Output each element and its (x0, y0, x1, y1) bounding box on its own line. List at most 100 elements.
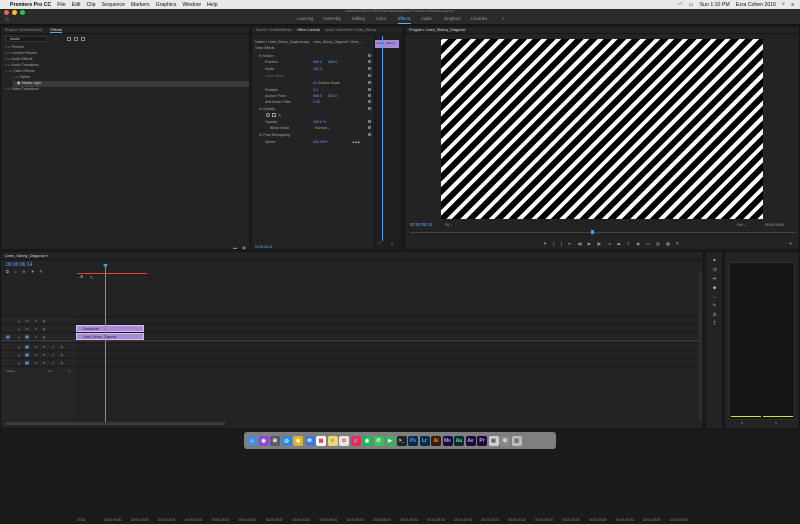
safari-icon[interactable]: ◎ (281, 435, 292, 446)
tab-sequence[interactable]: Lines_Skinny_Diagonal ≡ (5, 254, 48, 258)
effect-controls-clip[interactable]: Lines_Skinny (375, 40, 399, 48)
tree-item[interactable]: › ▭ Video Transitions (5, 87, 39, 91)
notes-icon[interactable]: ≡ (327, 435, 338, 446)
solo-button[interactable]: S (51, 345, 55, 349)
spotify-icon[interactable]: ◉ (362, 435, 372, 446)
pen-tool-icon[interactable]: ✎ (711, 303, 718, 310)
workspace-audio[interactable]: Audio (421, 16, 432, 24)
menu-file[interactable]: File (57, 2, 65, 8)
tab-effect-controls[interactable]: Effect Controls (297, 28, 320, 32)
reset-icon[interactable] (368, 88, 371, 91)
go-to-out-icon[interactable]: ⇥ (607, 241, 611, 246)
preview-icon[interactable]: ▣ (488, 435, 499, 446)
workspace-graphics[interactable]: Graphics (444, 16, 461, 24)
menu-markers[interactable]: Markers (131, 2, 150, 8)
tree-item[interactable]: › ▭ Lumetri Presets (5, 51, 37, 55)
param-opacity-value[interactable]: 100.0 % (313, 120, 326, 124)
solo-button[interactable]: S (51, 361, 55, 365)
eye-icon[interactable]: ◉ (42, 319, 46, 323)
tab-audio-track-mixer[interactable]: Audio Track Mixer: Lines_Skinny (325, 28, 376, 32)
param-scale-value[interactable]: 100.0 (313, 67, 322, 71)
new-folder-icon[interactable]: ▬ (233, 245, 237, 250)
zoom-select[interactable]: Fit ⌄ (445, 223, 453, 227)
sync-lock-icon[interactable]: ⇵ (34, 335, 38, 339)
mute-button[interactable]: M (42, 345, 46, 349)
track-select-tool-icon[interactable]: ⇉ (711, 267, 718, 274)
track-a3[interactable]: 🔒︎ A3 ⇵ M S 🎙︎ (1, 358, 701, 366)
track-v1[interactable]: V1 🔒︎ V1 ⇵ ◉ Lines_Skinny_Diagonal (1, 332, 701, 340)
vr-icon[interactable]: ▤ (656, 241, 660, 246)
razor-tool-icon[interactable]: ◆ (711, 285, 718, 292)
track-v2[interactable]: 🔒︎ V2 ⇵ ◉ Christopher (1, 324, 701, 332)
media-encoder-icon[interactable]: Me (442, 435, 453, 446)
tree-item[interactable]: ⌄ ▭ Stylize (11, 75, 30, 79)
yuv-effects-icon[interactable] (81, 37, 85, 41)
timeline-horizontal-scrollbar[interactable] (5, 422, 225, 425)
lock-icon[interactable]: 🔒︎ (17, 353, 21, 357)
param-position-x[interactable]: 960.0 (313, 60, 322, 64)
reset-icon[interactable] (368, 81, 371, 84)
selection-tool-icon[interactable]: ▲ (711, 257, 718, 264)
effect-motion[interactable]: fx Motion (259, 54, 274, 58)
terminal-icon[interactable]: >_ (396, 435, 407, 446)
add-marker-icon[interactable]: ▼ (543, 241, 547, 246)
ellipse-mask-icon[interactable] (266, 113, 270, 117)
program-scrubber[interactable] (410, 232, 796, 233)
nest-icon[interactable]: ⧉ (6, 269, 9, 274)
workspace-color[interactable]: Color (376, 16, 386, 24)
lock-icon[interactable]: 🔒︎ (17, 345, 21, 349)
trash-icon[interactable]: ▥ (511, 435, 522, 446)
reset-icon[interactable] (368, 120, 371, 123)
step-back-icon[interactable]: ◀| (577, 241, 581, 246)
mic-icon[interactable]: 🎙︎ (60, 353, 64, 357)
program-monitor-title[interactable]: Program: Lines_Skinny_Diagonal (409, 28, 465, 32)
chrome-icon[interactable]: ◉ (293, 435, 303, 446)
lock-icon[interactable]: 🔒︎ (17, 361, 21, 365)
menu-clip[interactable]: Clip (87, 2, 96, 8)
go-to-end-icon[interactable]: ⇥ (67, 369, 71, 373)
lightroom-icon[interactable]: Lr (419, 435, 430, 446)
param-anchor-x[interactable]: 960.0 (313, 94, 322, 98)
ripple-edit-tool-icon[interactable]: ⇹ (711, 276, 718, 283)
track-v3[interactable]: 🔒︎ V3 ⇵ ◉ (1, 316, 701, 324)
track-label[interactable]: A1 (25, 344, 29, 349)
type-tool-icon[interactable]: T (711, 321, 718, 328)
effect-opacity[interactable]: fx Opacity (259, 107, 275, 111)
settings-gear-icon[interactable]: ✲ (80, 274, 83, 279)
share-icon[interactable]: ⇱ (676, 241, 680, 246)
sync-lock-icon[interactable]: ⇵ (34, 319, 38, 323)
audition-icon[interactable]: Au (454, 435, 464, 446)
effects-search-input[interactable]: strobe (5, 36, 47, 42)
effect-controls-playhead[interactable] (382, 36, 383, 241)
reset-icon[interactable] (368, 60, 371, 63)
timeline-vertical-scrollbar[interactable] (699, 272, 702, 422)
extract-icon[interactable]: ⇪ (627, 241, 631, 246)
timeline-playhead[interactable] (105, 266, 106, 422)
photos-icon[interactable]: ✿ (339, 435, 349, 446)
lock-icon[interactable]: 🔒︎ (17, 335, 21, 339)
tree-item-strobe-light[interactable]: ▣ Strobe Light (17, 81, 41, 85)
keyframe-nav-icon[interactable]: ◀ ◆ ▶ (352, 140, 361, 144)
export-frame-icon[interactable]: ◉ (636, 241, 640, 246)
menu-sequence[interactable]: Sequence (101, 2, 124, 8)
tree-item[interactable]: › ▭ Presets (5, 45, 24, 49)
reset-icon[interactable] (368, 133, 371, 136)
blend-mode-select[interactable]: Normal ⌄ (315, 126, 331, 130)
search-icon[interactable]: ⌕ (782, 1, 785, 8)
mic-icon[interactable]: 🎙︎ (60, 361, 64, 365)
illustrator-icon[interactable]: Ai (431, 435, 441, 446)
workspace-assembly[interactable]: Assembly (323, 16, 341, 24)
param-rotation-value[interactable]: 0.0 (313, 88, 318, 92)
solo-button[interactable]: S (51, 353, 55, 357)
comparison-view-icon[interactable]: ▭ (646, 241, 650, 246)
reset-icon[interactable] (368, 107, 371, 110)
safe-margins-icon[interactable]: ▦ (666, 241, 670, 246)
track-label[interactable]: V3 (25, 319, 29, 323)
pen-mask-icon[interactable]: ✎ (278, 113, 281, 118)
timeline-timecode[interactable]: 00:00:06:14 (6, 262, 32, 268)
clock[interactable]: Sun 1:10 PM (700, 2, 730, 8)
effect-controls-master-clip[interactable]: Master * Lines_Skinny_Diagonal.png (255, 40, 309, 44)
time-ruler[interactable]: 00:00 00:00:05:00 00:00:10:00 00:00:15:00 00… (75, 518, 701, 524)
finder-icon[interactable]: ☺ (247, 435, 257, 446)
effect-time-remapping[interactable]: fx Time Remapping (259, 133, 290, 137)
